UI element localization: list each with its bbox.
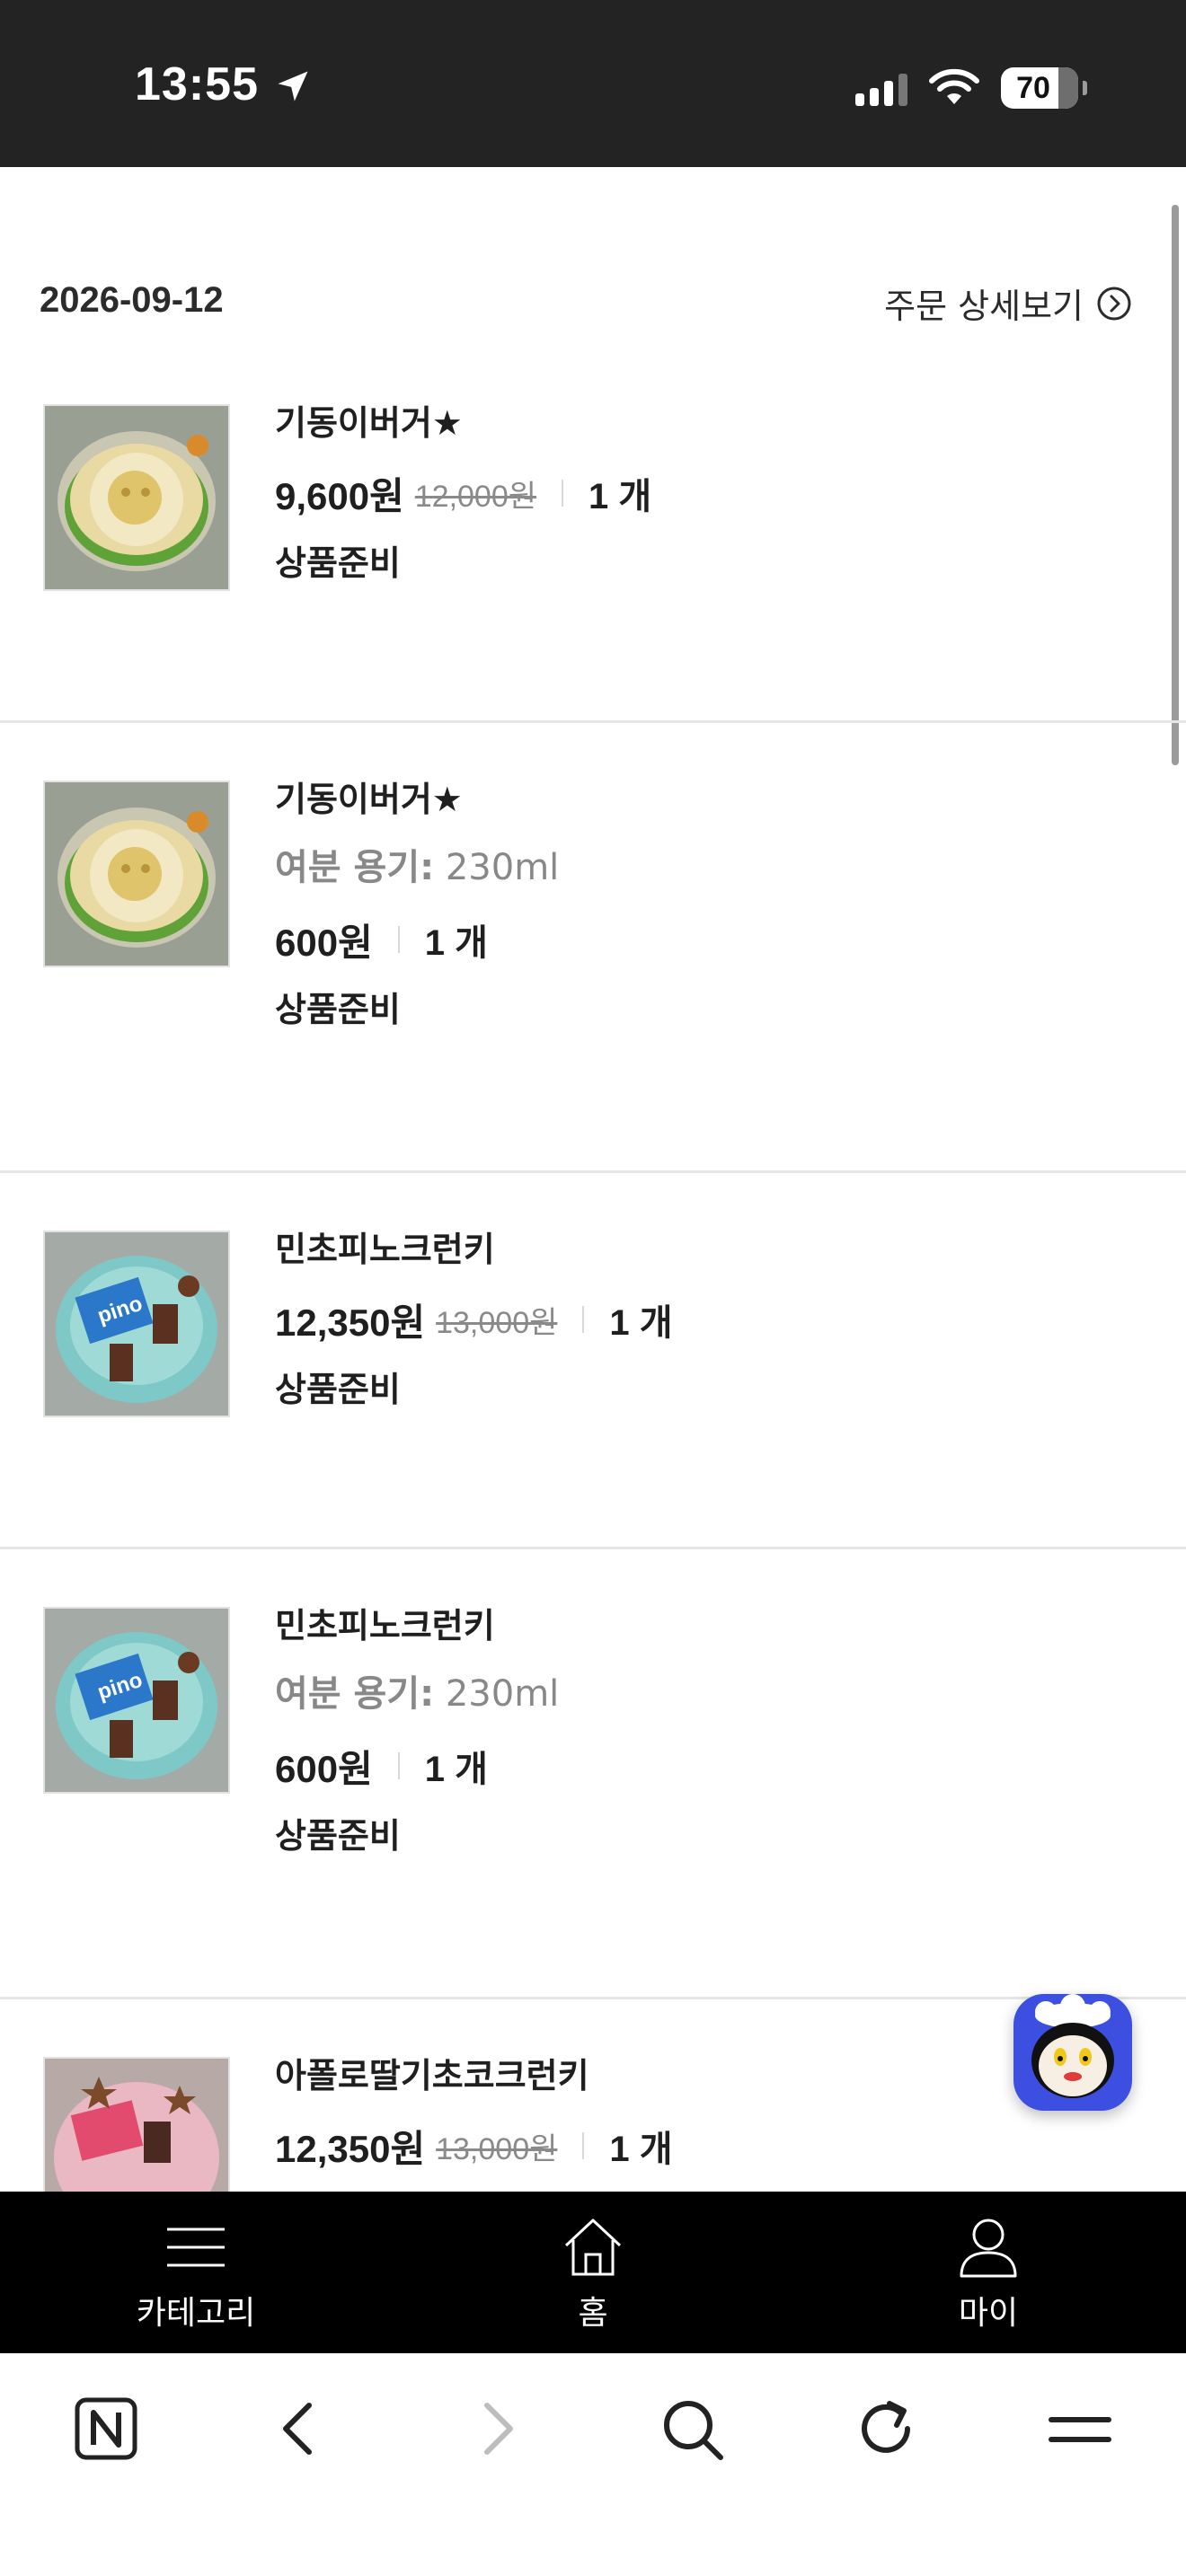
location-arrow-icon: [278, 71, 308, 101]
item-status: 상품준비: [275, 543, 401, 583]
character-face-icon: [1031, 1994, 1114, 2098]
item-name: 기동이버거★: [275, 403, 463, 443]
forward-icon[interactable]: [458, 2391, 534, 2466]
item-status: 상품준비: [275, 1816, 401, 1856]
order-item[interactable]: pino 민초피노크런키 여분 용기: 230ml 600원 1 개 상품준비: [0, 1549, 1186, 1999]
item-quantity: 1 개: [609, 1303, 673, 1343]
item-name: 민초피노크런키: [275, 1606, 495, 1645]
product-thumbnail[interactable]: pino: [43, 1231, 230, 1417]
item-name: 민초피노크런키: [275, 1230, 495, 1269]
hamburger-icon: [167, 2228, 225, 2267]
item-status: 상품준비: [275, 990, 401, 1029]
order-date: 2026-09-12: [40, 280, 224, 320]
item-price: 12,350원: [275, 2127, 426, 2170]
chat-character-button[interactable]: [1013, 1994, 1132, 2111]
battery-icon: 70: [1001, 67, 1087, 109]
nav-category[interactable]: 카테고리: [61, 2192, 331, 2353]
item-status: 상품준비: [275, 1370, 401, 1409]
order-item-list: 기동이버거★ 9,600원 12,000원 1 개 상품준비 기동이버거★ 여분…: [0, 347, 1186, 2244]
wifi-icon: [929, 68, 979, 104]
nav-my[interactable]: 마이: [854, 2192, 1123, 2353]
item-price: 600원: [275, 1747, 373, 1790]
divider: [397, 926, 400, 953]
nav-home-label: 홈: [578, 2295, 608, 2332]
nav-home[interactable]: 홈: [458, 2192, 728, 2353]
product-thumbnail[interactable]: pino: [43, 1607, 230, 1794]
item-option-value: 230ml: [445, 847, 560, 888]
browser-toolbar: [0, 2353, 1186, 2576]
home-icon: [564, 2219, 622, 2276]
order-item[interactable]: 아폴로딸기초코크런키 12,350원 13,000원 1 개: [0, 1999, 1186, 2244]
status-time: 13:55: [135, 58, 259, 110]
divider: [582, 1306, 585, 1333]
naver-icon[interactable]: [68, 2391, 144, 2466]
product-thumbnail[interactable]: [43, 781, 230, 967]
item-option-label: 여분 용기:: [275, 847, 435, 888]
order-detail-label: 주문 상세보기: [884, 287, 1084, 326]
chevron-circle-right-icon: [1097, 287, 1131, 320]
product-thumbnail[interactable]: [43, 404, 230, 591]
divider: [397, 1752, 400, 1779]
user-icon: [960, 2219, 1017, 2278]
reload-icon[interactable]: [848, 2391, 924, 2466]
order-item[interactable]: pino 민초피노크런키 12,350원 13,000원 1 개 상품준비: [0, 1173, 1186, 1549]
item-price: 9,600원: [275, 474, 404, 517]
item-original-price: 12,000원: [414, 479, 537, 514]
item-name: 기동이버거★: [275, 780, 463, 819]
item-option-value: 230ml: [445, 1673, 560, 1715]
item-option: 여분 용기: 230ml: [275, 842, 559, 894]
item-quantity: 1 개: [424, 1750, 488, 1789]
divider: [562, 480, 564, 507]
app-bottom-nav: 카테고리 홈 마이: [0, 2192, 1186, 2353]
item-quantity: 1 개: [589, 477, 652, 516]
cellular-signal-icon: [855, 70, 907, 106]
item-option-label: 여분 용기:: [275, 1673, 435, 1715]
nav-category-label: 카테고리: [136, 2295, 256, 2332]
item-price: 600원: [275, 921, 373, 964]
order-item[interactable]: 기동이버거★ 여분 용기: 230ml 600원 1 개 상품준비: [0, 723, 1186, 1173]
order-item[interactable]: 기동이버거★ 9,600원 12,000원 1 개 상품준비: [0, 347, 1186, 723]
item-original-price: 13,000원: [436, 1305, 558, 1340]
item-name: 아폴로딸기초코크런키: [275, 2056, 589, 2095]
item-original-price: 13,000원: [436, 2131, 558, 2166]
menu-icon[interactable]: [1042, 2391, 1118, 2466]
status-bar: 13:55 70: [0, 0, 1186, 167]
item-option: 여분 용기: 230ml: [275, 1668, 559, 1720]
divider: [582, 2132, 585, 2159]
battery-level: 70: [1016, 71, 1050, 105]
search-icon[interactable]: [654, 2391, 730, 2466]
back-icon[interactable]: [262, 2391, 338, 2466]
item-quantity: 1 개: [424, 923, 488, 963]
order-detail-link[interactable]: 주문 상세보기: [884, 278, 1132, 328]
nav-my-label: 마이: [958, 2295, 1019, 2332]
item-price: 12,350원: [275, 1301, 426, 1344]
item-quantity: 1 개: [609, 2130, 673, 2169]
